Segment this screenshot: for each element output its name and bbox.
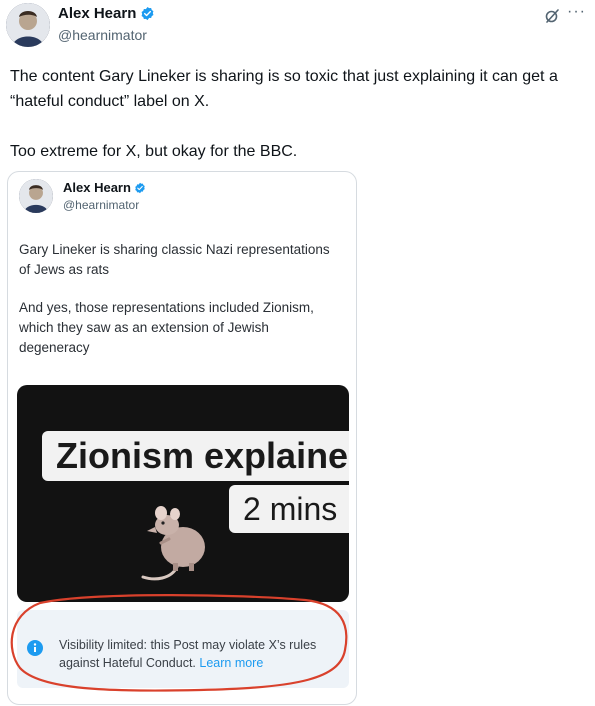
embedded-post-paragraph: And yes, those representations included … (19, 300, 314, 355)
post-body: The content Gary Lineker is sharing is s… (10, 64, 590, 164)
author-handle[interactable]: @hearnimator (58, 27, 147, 43)
embedded-post-paragraph: Gary Lineker is sharing classic Nazi rep… (19, 242, 330, 277)
author-name-text[interactable]: Alex Hearn (58, 5, 136, 22)
embedded-author-handle: @hearnimator (63, 198, 140, 212)
embedded-post-card[interactable]: Alex Hearn @hearnimator Gary Lineker is … (7, 171, 357, 705)
notice-message: Visibility limited: this Post may violat… (59, 638, 317, 670)
grok-icon[interactable] (544, 8, 560, 24)
author-avatar[interactable] (6, 3, 50, 47)
embedded-author-name: Alex Hearn (63, 180, 146, 195)
info-icon (27, 640, 43, 656)
verified-badge-icon (135, 182, 145, 193)
visibility-notice: Visibility limited: this Post may violat… (17, 610, 349, 688)
author-name[interactable]: Alex Hearn (58, 5, 155, 22)
post-paragraph: The content Gary Lineker is sharing is s… (10, 68, 558, 110)
verified-badge-icon (141, 6, 154, 21)
embedded-author-avatar (19, 179, 53, 213)
embedded-author-name-text: Alex Hearn (63, 180, 131, 195)
more-options-icon[interactable]: ··· (567, 3, 586, 21)
video-title-banner: Zionism explained (42, 431, 349, 481)
rat-illustration (141, 506, 205, 581)
video-duration-banner: 2 mins (229, 485, 349, 533)
embedded-post-body: Gary Lineker is sharing classic Nazi rep… (19, 240, 339, 358)
post-paragraph: Too extreme for X, but okay for the BBC. (10, 143, 298, 160)
learn-more-link[interactable]: Learn more (199, 656, 263, 670)
video-thumbnail: Zionism explained 2 mins (17, 385, 349, 602)
visibility-notice-text: Visibility limited: this Post may violat… (59, 636, 344, 672)
